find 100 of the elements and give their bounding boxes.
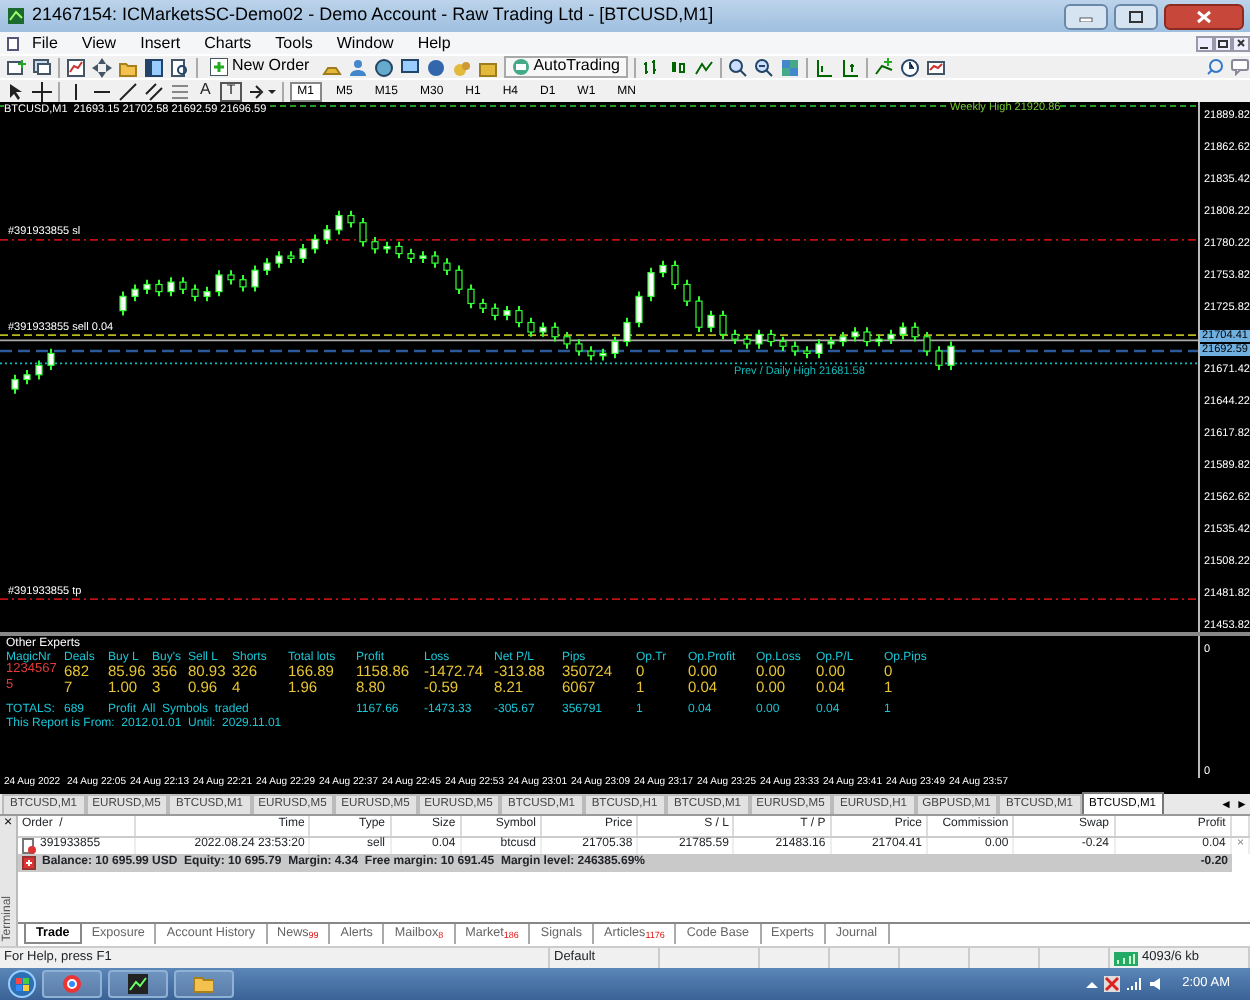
tile-windows-icon[interactable] <box>779 57 800 77</box>
close-icon[interactable] <box>1232 35 1250 51</box>
magnifier-document-icon[interactable] <box>170 57 190 77</box>
cursor-icon[interactable] <box>6 81 26 101</box>
candle <box>407 247 415 265</box>
candle <box>851 326 859 343</box>
candle <box>599 347 607 362</box>
candle <box>383 240 391 255</box>
candle <box>647 266 655 303</box>
market-watch-icon[interactable] <box>66 57 86 77</box>
candle <box>611 335 619 360</box>
indicator-plus-icon[interactable] <box>873 57 894 77</box>
trendline-icon[interactable] <box>118 81 138 101</box>
menu-item[interactable]: Tools <box>263 32 325 54</box>
menu-item[interactable]: View <box>69 32 129 54</box>
candle <box>299 243 307 265</box>
clock-icon[interactable] <box>899 57 920 77</box>
close-button[interactable] <box>1164 3 1244 29</box>
app-icon <box>6 6 26 26</box>
candle <box>743 333 751 350</box>
candle <box>203 285 211 303</box>
new-order-button[interactable]: New Order <box>204 56 316 78</box>
candle <box>707 309 715 333</box>
maximize-button[interactable] <box>1114 3 1158 29</box>
candle <box>467 283 475 310</box>
candle <box>827 335 835 350</box>
zoom-out-icon[interactable] <box>753 57 774 77</box>
candle <box>491 302 499 322</box>
bar-chart-icon[interactable] <box>641 57 662 77</box>
browser-taskbar-button[interactable] <box>42 970 102 998</box>
candle <box>863 326 871 348</box>
candle <box>767 328 775 348</box>
menu-item[interactable]: Insert <box>128 32 193 54</box>
tray-arrow-icon[interactable] <box>1086 979 1099 989</box>
candle <box>791 340 799 357</box>
chart-app-icon <box>128 974 148 994</box>
candle <box>755 328 763 350</box>
move-arrows-icon[interactable] <box>92 57 112 77</box>
candle <box>719 309 727 341</box>
restore-icon[interactable] <box>1214 35 1232 51</box>
candle <box>575 338 583 357</box>
candle <box>887 328 895 345</box>
candle <box>527 316 535 338</box>
line-chart-icon[interactable] <box>693 57 714 77</box>
candle <box>263 257 271 276</box>
candle <box>731 328 739 345</box>
monitor-icon[interactable] <box>399 57 420 77</box>
briefcase-icon[interactable] <box>477 57 498 77</box>
candle <box>695 295 703 333</box>
autoscroll-icon[interactable] <box>839 57 860 77</box>
text-tool[interactable]: A <box>196 82 215 100</box>
candle <box>815 338 823 360</box>
window-stack-icon[interactable] <box>32 57 52 77</box>
signal-icon[interactable] <box>1126 976 1143 992</box>
window-title: 21467154: ICMarketsSC-Demo02 - Demo Account - Raw Trading Ltd - [BTCUSD,M1] <box>32 6 714 26</box>
candle <box>239 274 247 293</box>
start-button[interactable] <box>8 970 36 998</box>
zoom-in-icon[interactable] <box>727 57 748 77</box>
candle <box>683 278 691 307</box>
candle <box>515 304 523 329</box>
globe-icon[interactable] <box>373 57 394 77</box>
sell-order-icon <box>22 837 36 854</box>
arrows-dropdown-icon[interactable] <box>247 81 276 101</box>
connection-bars-icon <box>1114 951 1138 965</box>
candle <box>323 224 331 246</box>
chart-shift-icon[interactable] <box>813 57 834 77</box>
maximize-icon <box>1128 9 1144 23</box>
browser-icon <box>62 974 82 994</box>
menu-item[interactable]: Charts <box>192 32 264 54</box>
minimize-icon[interactable] <box>1196 35 1214 51</box>
candle <box>371 235 379 255</box>
candle <box>875 333 883 348</box>
chart-app-taskbar-button[interactable] <box>108 970 168 998</box>
speaker-icon[interactable] <box>1148 976 1165 992</box>
dial-icon[interactable] <box>425 57 446 77</box>
candle <box>659 259 667 279</box>
candle <box>671 259 679 291</box>
template-icon[interactable] <box>925 57 946 77</box>
candle <box>431 250 439 269</box>
chart-plus-icon[interactable] <box>6 57 26 77</box>
crosshair-icon[interactable] <box>32 81 52 101</box>
menu-item[interactable]: File <box>20 32 70 54</box>
candle <box>455 264 463 295</box>
panel-icon[interactable] <box>144 57 164 77</box>
candle <box>155 278 163 298</box>
search-icon[interactable] <box>1206 58 1224 76</box>
menu-item[interactable]: Window <box>324 32 406 54</box>
autotrading-button[interactable]: AutoTrading <box>503 56 628 78</box>
menu-item[interactable]: Help <box>405 32 463 54</box>
candle <box>587 345 595 362</box>
candlestick-icon[interactable] <box>667 57 688 77</box>
network-error-icon[interactable] <box>1104 976 1121 992</box>
candle <box>275 250 283 269</box>
candle <box>839 331 847 348</box>
balance-icon <box>22 856 36 870</box>
candle <box>311 233 319 255</box>
candle <box>179 276 187 295</box>
candle <box>11 373 19 395</box>
candle <box>911 321 919 343</box>
candle <box>47 347 55 372</box>
